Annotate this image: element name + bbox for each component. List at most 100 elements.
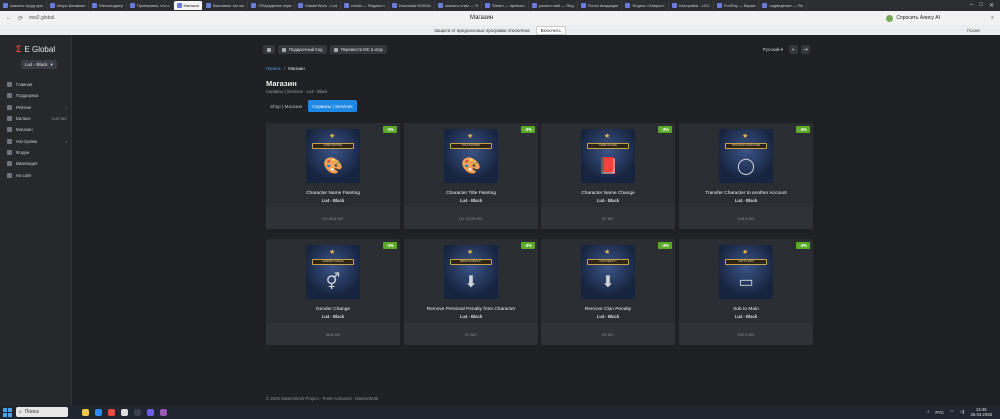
discount-badge: -3% [658,242,672,249]
product-card[interactable]: ★ GENDER CHANGE ⚥ -3% Gender Change Lu4 - Bla… [266,239,400,345]
later-link[interactable]: Позже [967,28,980,33]
product-price: 38,8 МС [266,323,400,345]
tab-favicon-icon [531,3,537,8]
sidebar-item[interactable]: Баланс 0,00 МС [0,113,72,124]
explorer-icon[interactable] [82,408,89,416]
sidebar-item-label: Магазин [16,127,33,133]
product-card[interactable]: ★ NAME PAINTING 🎨 -3% Character Name Paintin… [266,123,400,229]
browser-tab[interactable]: MasterWork - Lu4 [295,1,342,10]
tab-favicon-icon [298,3,304,8]
product-card[interactable]: ★ SUB TO MAIN ▭ -3% Sub to Main Lu4 - Black 24… [679,239,813,345]
browser-tab[interactable]: Выставил тох мо [203,1,249,10]
product-glyph-icon: ⬇ [601,274,615,291]
browser-tab-label: Настройки - LDC [678,3,710,8]
discord-icon[interactable] [147,408,154,416]
clock[interactable]: 13:46 26.04.2026 [970,407,992,417]
browser-tab[interactable]: Почта входящие [578,1,623,10]
store-icon[interactable] [121,408,128,416]
browser-tab[interactable]: Магазин [173,1,203,10]
shop-icon [7,127,12,133]
star-icon: ★ [329,133,336,140]
language-select[interactable]: Русский ▾ [763,47,783,53]
minimize-icon[interactable]: – [970,2,973,9]
top-toolbar: Подарочный Код Перевести МС в игру Русск… [263,44,810,55]
discount-badge: -3% [521,242,535,249]
product-server: Lu4 - Black [596,198,620,203]
browser-tab[interactable]: Проверяем, что о [127,1,174,10]
sidebar-item[interactable]: Википедия [0,158,72,169]
product-glyph-icon: ▭ [738,274,754,291]
sidebar-item[interactable]: Поддержка [0,90,72,101]
clock-date: 26.04.2026 [970,412,992,417]
product-glyph-icon: 🎨 [323,158,343,175]
url-field[interactable]: mw2.global [29,15,54,21]
breadcrumb-root[interactable]: Панель [266,66,281,71]
menu-toggle-button[interactable] [263,45,275,54]
product-card[interactable]: ★ TITLE PAINTING 🎨 -3% Character Title Paint… [404,123,538,229]
enable-protection-button[interactable]: Включить [535,25,566,35]
edge-icon[interactable] [95,408,102,416]
browser-tab[interactable]: скачать стим — Я [435,1,482,10]
reload-icon[interactable]: ⟳ [18,15,23,22]
browser-tab[interactable]: FunPay — биржа [714,1,760,10]
sidebar-item[interactable]: Форум [0,147,72,158]
app-icon[interactable] [160,408,167,416]
back-icon[interactable]: ← [6,15,12,21]
browser-tab[interactable]: Steam — превосх [482,1,529,10]
sidebar-item[interactable]: На сайт [0,169,72,180]
breadcrumb-separator: / [283,66,286,71]
windows-start-icon[interactable] [3,407,12,417]
logout-icon[interactable]: ⇥ [801,45,810,54]
product-name: Character Name Change [581,191,635,196]
product-card[interactable]: ★ NAME CHANGE 📕 -3% Character Name Change Lu4… [541,123,675,229]
product-price: От 24,25 МС [404,207,538,229]
browser-tab[interactable]: Игорь Бигавкин [47,1,90,10]
site-logo[interactable]: Σ E Global [16,44,55,54]
product-card[interactable]: ★ TRANSFER CHARACTER ◯ -3% Transfer Characte… [679,123,813,229]
theme-toggle-icon[interactable]: ◐ [789,45,798,54]
browser-tab[interactable]: Настройки - LDC [669,1,714,10]
sidebar-item[interactable]: Главная [0,79,72,90]
sidebar-item-label: На сайт [16,172,32,178]
browser-tab[interactable]: скачать lopgq при [0,1,47,10]
character-select[interactable]: Lu4 - Black ▾ [21,60,57,69]
product-card[interactable]: ★ REMOVE PENALTY ⬇ -3% Remove Personal Penal… [404,239,538,345]
system-tray: ^ РУС ◠ ◁) 13:46 26.04.2026 [927,407,992,417]
menu-icon[interactable]: ≡ [991,15,994,21]
product-card[interactable]: ★ CLAN PENALTY ⬇ -3% Remove Clan Penalty Lu4 … [541,239,675,345]
tab-favicon-icon [671,3,677,8]
product-name: Character Title Painting [446,191,496,196]
taskbar-search[interactable]: ⌕ Поиск [16,407,68,417]
product-name: Transfer Character to another Account [705,191,787,196]
wifi-icon[interactable]: ◠ [950,409,954,415]
account-button[interactable]: Спросить Алису AI [886,14,940,22]
tray-chevron-icon[interactable]: ^ [927,410,929,415]
browser-tab-label: Магазин [183,3,199,8]
address-bar: ← ⟳ mw2.global Магазин Спросить Алису AI… [0,11,1000,25]
maximize-icon[interactable]: □ [979,2,983,9]
browser-tab[interactable]: nvidia — Яндекс:н [341,1,389,10]
sidebar-item[interactable]: Настройки › [0,135,72,146]
sidebar-item[interactable]: Рейтинг › [0,102,72,113]
tab-shop[interactable]: Shop | Магазин [266,100,306,112]
gift-code-label: Подарочный Код [289,47,323,52]
character-select-value: Lu4 - Black [25,62,48,67]
tab-services[interactable]: Сервисы | Services [308,100,357,112]
browser-tab[interactable]: Обсуждение серв [248,1,296,10]
gift-code-button[interactable]: Подарочный Код [278,45,327,54]
volume-icon[interactable]: ◁) [960,409,965,415]
discount-badge: -3% [796,126,810,133]
sidebar-item-label: Главная [16,82,33,88]
browser-tab[interactable]: Яндекс «Запрос» [622,1,669,10]
sidebar-item[interactable]: Магазин [0,124,72,135]
steam-icon[interactable] [134,408,141,416]
browser-tab[interactable]: подведение — Ян [759,1,807,10]
transfer-label: Перевести МС в игру [340,47,383,52]
yandex-browser-icon[interactable] [108,408,115,416]
browser-tab[interactable]: yandex mail — Янд [529,1,578,10]
transfer-button[interactable]: Перевести МС в игру [329,45,387,54]
browser-tab[interactable]: Мессенджер [89,1,127,10]
browser-tab[interactable]: Download NVIDIA [389,1,435,10]
close-icon[interactable]: ✕ [989,2,994,9]
language-indicator[interactable]: РУС [935,410,944,415]
